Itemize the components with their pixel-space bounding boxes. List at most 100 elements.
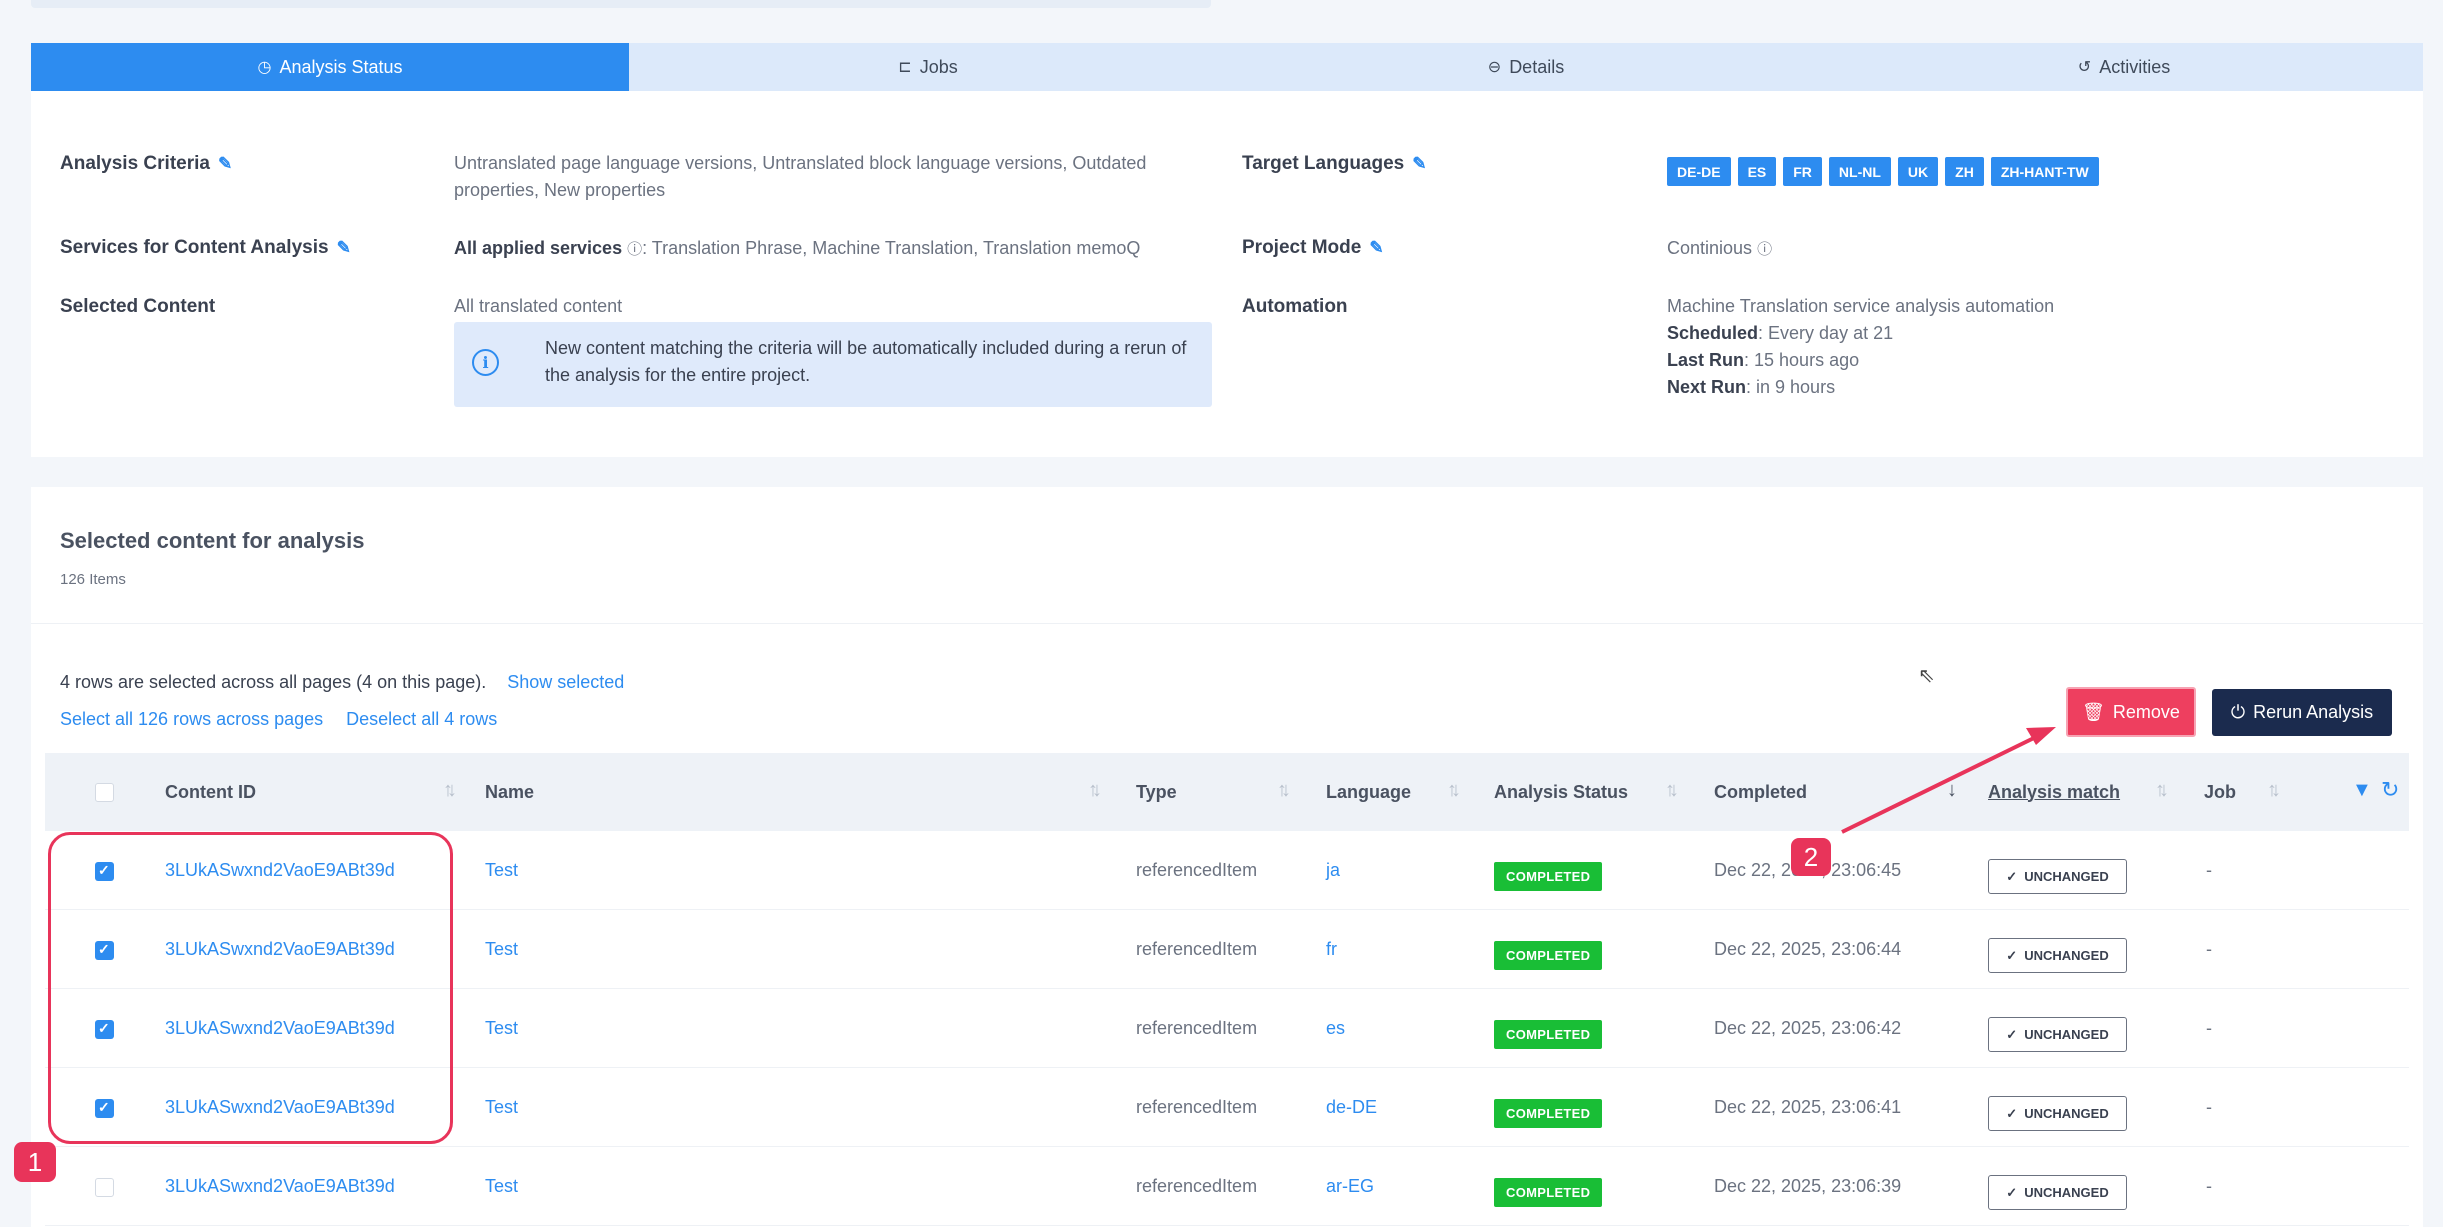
job-cell: - (2206, 860, 2212, 880)
item-count: 126 Items (60, 571, 126, 588)
edit-pencil-icon[interactable]: ✎ (337, 238, 351, 258)
job-cell: - (2206, 1018, 2212, 1038)
name-link[interactable]: Test (485, 910, 518, 989)
status-badge: COMPLETED (1494, 1020, 1603, 1049)
table-row[interactable]: 3LUkASwxnd2VaoE9ABt39d Test referencedIt… (45, 1147, 2409, 1226)
rerun-analysis-button[interactable]: ⏻ Rerun Analysis (2212, 689, 2392, 736)
check-icon: ✓ (2006, 1026, 2018, 1042)
column-header-name[interactable]: Name (485, 753, 534, 831)
tab-details[interactable]: ⊖ Details (1227, 43, 1825, 91)
top-panel-edge (31, 0, 1211, 8)
match-badge: ✓ UNCHANGED (1988, 859, 2127, 894)
match-cell: ✓ UNCHANGED (1988, 1153, 2127, 1227)
column-header-analysis-match[interactable]: Analysis match (1988, 753, 2120, 831)
language-link[interactable]: fr (1326, 910, 1337, 989)
row-checkbox[interactable] (95, 1178, 114, 1197)
selected-content-label: Selected Content (60, 296, 216, 317)
last-run-info: Last Run: 15 hours ago (1667, 350, 1860, 370)
job-cell: - (2206, 1176, 2212, 1196)
info-circle-icon[interactable]: ⓘ (627, 241, 642, 258)
sort-icon[interactable]: ↑↓ (1277, 779, 1291, 802)
trash-icon: 🗑 (2082, 701, 2105, 722)
language-link[interactable]: ar-EG (1326, 1147, 1374, 1226)
language-link[interactable]: es (1326, 989, 1345, 1068)
status-badge: COMPLETED (1494, 1178, 1603, 1207)
automation-link[interactable]: Machine Translation service analysis aut… (1667, 293, 2054, 320)
analysis-criteria-label: Analysis Criteria ✎ (60, 153, 233, 174)
sort-icon[interactable]: ↑↓ (1088, 779, 1102, 802)
language-tag: NL-NL (1828, 157, 1891, 186)
column-header-content-id[interactable]: Content ID (165, 753, 256, 831)
services-prefix: All applied services (454, 238, 623, 258)
deselect-all-link[interactable]: Deselect all 4 rows (346, 709, 497, 729)
target-language-tags: DE-DE ES FR NL-NL UK ZH ZH-HANT-TW (1667, 157, 2099, 186)
match-cell: ✓ UNCHANGED (1988, 995, 2127, 1074)
annotation-highlight-box (48, 832, 453, 1144)
tab-jobs[interactable]: ⊏ Jobs (629, 43, 1227, 91)
info-circle-icon[interactable]: ⓘ (1757, 241, 1772, 258)
automation-info: Machine Translation service analysis aut… (1667, 293, 2054, 401)
completed-cell: Dec 22, 2025, 23:06:41 (1714, 1097, 1902, 1117)
tab-activities[interactable]: ↺ Activities (1825, 43, 2423, 91)
tab-bar: ◷ Analysis Status ⊏ Jobs ⊖ Details ↺ Act… (31, 43, 2423, 91)
content-id-link[interactable]: 3LUkASwxnd2VaoE9ABt39d (165, 1147, 395, 1226)
job-cell: - (2206, 939, 2212, 959)
column-header-completed[interactable]: Completed (1714, 753, 1807, 831)
info-icon: i (472, 349, 499, 376)
services-label: Services for Content Analysis ✎ (60, 237, 351, 258)
language-tag: ZH-HANT-TW (1990, 157, 2099, 186)
status-cell: COMPLETED (1494, 995, 1603, 1074)
status-badge: COMPLETED (1494, 941, 1603, 970)
power-icon: ⏻ (2230, 702, 2246, 722)
edit-pencil-icon[interactable]: ✎ (218, 154, 232, 174)
sort-icon[interactable]: ↑↓ (2155, 779, 2169, 802)
status-cell: COMPLETED (1494, 837, 1603, 916)
services-value: All applied services ⓘ: Translation Phra… (454, 235, 1140, 263)
tab-analysis-status[interactable]: ◷ Analysis Status (31, 43, 629, 91)
remove-button[interactable]: 🗑 Remove (2066, 687, 2196, 737)
clock-icon: ◷ (257, 59, 272, 76)
filter-icon[interactable]: ▼ (2352, 779, 2372, 802)
sort-icon[interactable]: ↑↓ (1665, 779, 1679, 802)
name-link[interactable]: Test (485, 1068, 518, 1147)
language-tag: ES (1737, 157, 1777, 186)
language-link[interactable]: ja (1326, 831, 1340, 910)
check-icon: ✓ (2006, 1184, 2018, 1200)
sort-icon[interactable]: ↑↓ (443, 779, 457, 802)
name-link[interactable]: Test (485, 989, 518, 1068)
check-icon: ✓ (2006, 1105, 2018, 1121)
edit-pencil-icon[interactable]: ✎ (1412, 154, 1426, 174)
next-run-info: Next Run: in 9 hours (1667, 377, 1836, 397)
history-icon: ↺ (2077, 59, 2092, 76)
sort-icon[interactable]: ↑↓ (1447, 779, 1461, 802)
automation-label: Automation (1242, 296, 1348, 317)
table-header: Content ID ↑↓ Name ↑↓ Type ↑↓ Language ↑… (45, 753, 2409, 831)
column-header-type[interactable]: Type (1136, 753, 1177, 831)
type-cell: referencedItem (1136, 939, 1258, 959)
match-badge: ✓ UNCHANGED (1988, 1017, 2127, 1052)
column-header-analysis-status[interactable]: Analysis Status (1494, 753, 1628, 831)
match-cell: ✓ UNCHANGED (1988, 837, 2127, 916)
column-header-language[interactable]: Language (1326, 753, 1411, 831)
mouse-cursor-icon: ⇖ (1918, 665, 1935, 687)
refresh-icon[interactable]: ↻ (2381, 777, 2399, 803)
name-link[interactable]: Test (485, 1147, 518, 1226)
completed-cell: Dec 22, 2025, 23:06:44 (1714, 939, 1902, 959)
services-list: : Translation Phrase, Machine Translatio… (642, 238, 1141, 258)
selected-content-value: All translated content (454, 296, 623, 316)
column-header-job[interactable]: Job (2204, 753, 2236, 831)
select-all-checkbox[interactable] (95, 783, 114, 802)
language-tag: DE-DE (1667, 157, 1731, 186)
show-selected-link[interactable]: Show selected (507, 672, 624, 692)
type-cell: referencedItem (1136, 860, 1258, 880)
match-badge: ✓ UNCHANGED (1988, 938, 2127, 973)
sort-icon[interactable]: ↑↓ (2267, 779, 2281, 802)
name-link[interactable]: Test (485, 831, 518, 910)
edit-pencil-icon[interactable]: ✎ (1369, 238, 1383, 258)
language-link[interactable]: de-DE (1326, 1068, 1377, 1147)
match-cell: ✓ UNCHANGED (1988, 916, 2127, 995)
sort-desc-icon[interactable]: ↓ (1947, 779, 1957, 802)
select-all-link[interactable]: Select all 126 rows across pages (60, 709, 323, 729)
minus-circle-icon: ⊖ (1487, 59, 1502, 76)
tab-label: Jobs (919, 56, 958, 77)
